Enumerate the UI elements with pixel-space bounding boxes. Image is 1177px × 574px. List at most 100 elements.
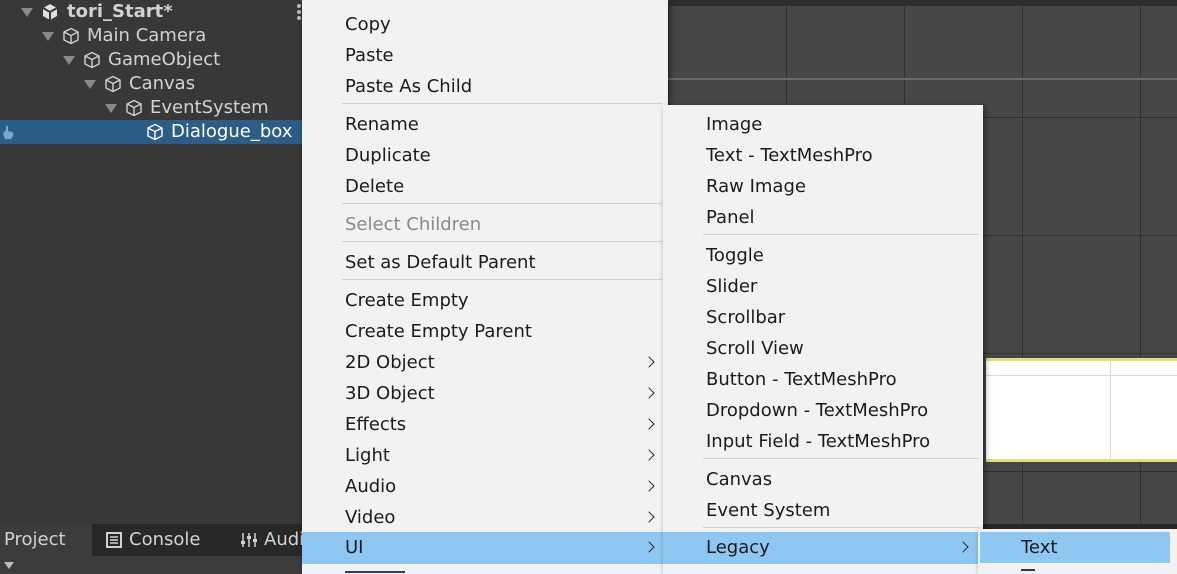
menu-item-label: Canvas [706, 469, 773, 490]
menu-item-label: Input Field - TextMeshPro [706, 431, 931, 452]
menu-item-scrollbar[interactable]: Scrollbar [663, 302, 983, 333]
hierarchy-panel: tori_Start* Main Camera GameObject Canva… [0, 0, 302, 524]
tab-console[interactable]: Console [104, 524, 234, 556]
menu-item-delete[interactable]: Delete [302, 171, 668, 202]
menu-item-label: Paste [345, 45, 394, 66]
menu-item-dropdown-textmeshpro[interactable]: Dropdown - TextMeshPro [663, 395, 983, 426]
hierarchy-item-label: Dialogue_box [171, 121, 293, 142]
hierarchy-item-canvas[interactable]: Canvas [0, 72, 302, 96]
menu-item-event-system[interactable]: Event System [663, 495, 983, 526]
hierarchy-item-label: Canvas [129, 73, 196, 94]
menu-item-ui[interactable]: UI [302, 532, 668, 564]
menu-item-copy[interactable]: Copy [302, 9, 668, 40]
menu-item-label: Select Children [345, 214, 482, 235]
menu-item-label: Dropdown - TextMeshPro [706, 400, 929, 421]
menu-item-label: Video [345, 507, 396, 528]
menu-item-audio[interactable]: Audio [302, 471, 668, 502]
menu-item-slider[interactable]: Slider [663, 271, 983, 302]
menu-item-rename[interactable]: Rename [302, 109, 668, 140]
menu-separator [703, 458, 979, 459]
hierarchy-item-gameobject[interactable]: GameObject [0, 48, 302, 72]
menu-item-label: Image [706, 114, 763, 135]
menu-item-label: Delete [345, 176, 405, 197]
tab-project[interactable]: Project [0, 524, 92, 556]
menu-item-legacy[interactable]: Legacy [663, 532, 979, 564]
hierarchy-item-label: Main Camera [87, 25, 207, 46]
menu-item-label: Rename [345, 114, 419, 135]
gameobject-cube-icon [63, 27, 79, 45]
scene-toolbar [668, 0, 1177, 6]
menu-item-partial [345, 568, 425, 574]
menu-separator [342, 203, 662, 204]
hierarchy-item-eventsystem[interactable]: EventSystem [0, 96, 302, 120]
menu-item-paste[interactable]: Paste [302, 40, 668, 71]
menu-item-text[interactable]: Text [980, 532, 1170, 563]
menu-item-input-field-textmeshpro[interactable]: Input Field - TextMeshPro [663, 426, 983, 457]
menu-item-label: Audio [345, 476, 397, 497]
tab-label: Project [4, 529, 66, 550]
menu-item-create-empty-parent[interactable]: Create Empty Parent [302, 316, 668, 347]
expand-arrow-icon[interactable] [105, 104, 117, 113]
menu-item-create-empty[interactable]: Create Empty [302, 285, 668, 316]
menu-item-label: Create Empty [345, 290, 469, 311]
submenu-chevron-icon [643, 418, 655, 430]
tab-audio-mixer[interactable]: Audi [238, 524, 304, 556]
menu-item-3d-object[interactable]: 3D Object [302, 378, 668, 409]
menu-item-text-textmeshpro[interactable]: Text - TextMeshPro [663, 140, 983, 171]
hierarchy-item-scene[interactable]: tori_Start* [0, 0, 302, 24]
tab-label: Console [129, 529, 201, 550]
menu-item-label: UI [345, 537, 364, 558]
menu-item-toggle[interactable]: Toggle [663, 240, 983, 271]
menu-item-label: Light [345, 445, 390, 466]
hierarchy-item-label: tori_Start* [67, 1, 173, 22]
gameobject-cube-icon [105, 75, 121, 93]
menu-item-partial [1021, 569, 1035, 571]
ui-submenu: Image Text - TextMeshPro Raw Image Panel… [663, 105, 983, 574]
submenu-chevron-icon [643, 387, 655, 399]
menu-item-light[interactable]: Light [302, 440, 668, 471]
gameobject-cube-icon [126, 99, 142, 117]
menu-item-label: Set as Default Parent [345, 252, 536, 273]
tab-label: Audi [264, 529, 305, 550]
menu-item-scroll-view[interactable]: Scroll View [663, 333, 983, 364]
hierarchy-item-label: GameObject [108, 49, 221, 70]
menu-separator [342, 241, 662, 242]
expand-arrow-icon[interactable] [21, 8, 33, 17]
menu-item-label: Scroll View [706, 338, 804, 359]
menu-item-2d-object[interactable]: 2D Object [302, 347, 668, 378]
menu-item-image[interactable]: Image [663, 109, 983, 140]
menu-item-video[interactable]: Video [302, 502, 668, 533]
menu-item-label: Duplicate [345, 145, 431, 166]
menu-item-label: Panel [706, 207, 755, 228]
menu-separator [703, 234, 979, 235]
menu-item-label: Text [1021, 537, 1058, 558]
menu-item-panel[interactable]: Panel [663, 202, 983, 233]
menu-item-duplicate[interactable]: Duplicate [302, 140, 668, 171]
menu-separator [342, 103, 662, 104]
menu-item-label: Toggle [706, 245, 764, 266]
legacy-submenu: Text [978, 529, 1177, 574]
expand-arrow-icon[interactable] [42, 32, 54, 41]
menu-item-paste-as-child[interactable]: Paste As Child [302, 71, 668, 102]
grid-line [986, 375, 1177, 376]
dropdown-arrow-icon[interactable] [4, 562, 14, 569]
submenu-chevron-icon [643, 511, 655, 523]
menu-item-label: Create Empty Parent [345, 321, 532, 342]
menu-item-button-textmeshpro[interactable]: Button - TextMeshPro [663, 364, 983, 395]
menu-item-effects[interactable]: Effects [302, 409, 668, 440]
menu-item-label: Copy [345, 14, 391, 35]
menu-item-label: Button - TextMeshPro [706, 369, 897, 390]
hierarchy-item-main-camera[interactable]: Main Camera [0, 24, 302, 48]
menu-item-canvas[interactable]: Canvas [663, 464, 983, 495]
expand-arrow-icon[interactable] [63, 56, 75, 65]
grid-axis-line [668, 78, 1177, 80]
menu-item-select-children: Select Children [302, 209, 668, 240]
submenu-chevron-icon [643, 449, 655, 461]
expand-arrow-icon[interactable] [84, 80, 96, 89]
menu-item-raw-image[interactable]: Raw Image [663, 171, 983, 202]
menu-item-label: 2D Object [345, 352, 435, 373]
menu-item-label: Slider [706, 276, 758, 297]
hierarchy-item-dialogue-box[interactable]: Dialogue_box [0, 120, 302, 144]
context-menu: Copy Paste Paste As Child Rename Duplica… [302, 0, 668, 574]
menu-item-set-as-default-parent[interactable]: Set as Default Parent [302, 247, 668, 278]
